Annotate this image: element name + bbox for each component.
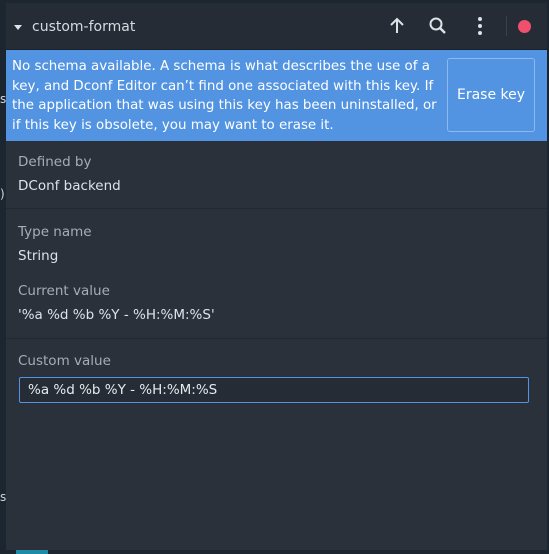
infobar-message: No schema available. A schema is what de…	[12, 59, 437, 133]
erase-key-button[interactable]: Erase key	[447, 58, 535, 132]
current-value-label: Current value	[18, 283, 110, 299]
menu-button[interactable]	[468, 14, 492, 38]
type-name-value: String	[18, 248, 59, 264]
chevron-down-icon	[14, 24, 22, 30]
kebab-menu-icon	[478, 17, 482, 35]
search-button[interactable]	[426, 14, 450, 38]
defined-by-label: Defined by	[18, 154, 92, 170]
custom-value-input[interactable]	[19, 377, 529, 403]
current-value-value: '%a %d %b %Y - %H:%M:%S'	[18, 307, 215, 323]
dconf-editor-window: custom-format No schema available. A sch…	[6, 3, 547, 550]
custom-value-label: Custom value	[18, 353, 111, 369]
no-schema-infobar: No schema available. A schema is what de…	[6, 50, 547, 141]
divider	[6, 338, 547, 339]
defined-by-value: DConf backend	[18, 178, 121, 194]
arrow-up-icon	[390, 17, 404, 33]
key-title: custom-format	[32, 19, 136, 35]
path-dropdown[interactable]: custom-format	[14, 17, 135, 37]
header-separator	[506, 16, 507, 36]
search-icon	[429, 17, 446, 34]
desktop-text-fragment: )	[0, 187, 5, 201]
go-up-button[interactable]	[385, 14, 409, 38]
type-name-label: Type name	[18, 224, 92, 240]
header-bar: custom-format	[6, 3, 547, 50]
close-icon[interactable]	[518, 20, 531, 33]
divider	[6, 208, 547, 209]
